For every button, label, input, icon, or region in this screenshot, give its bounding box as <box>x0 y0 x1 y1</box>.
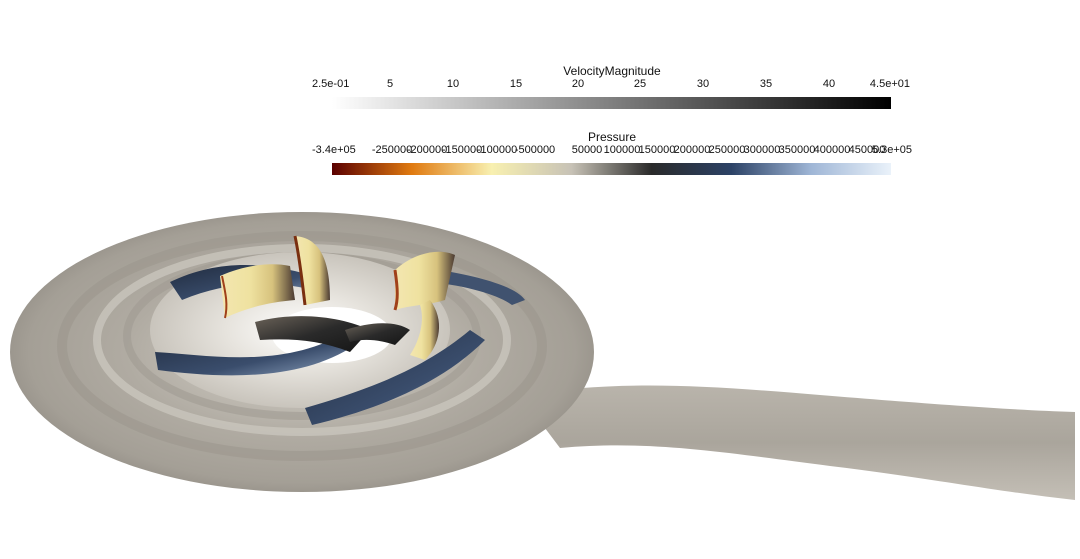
pressure_bar-tick-label: 350000 <box>778 144 816 156</box>
velocity_bar-tick-label: 20 <box>571 78 585 90</box>
velocity_bar-tick-label: 15 <box>509 78 523 90</box>
velocity_bar-tick-label: 4.5e+01 <box>869 78 910 90</box>
pressure-color-strip <box>332 163 891 175</box>
velocity_bar-tick-label: 30 <box>696 78 710 90</box>
velocity_bar-tick-label: 10 <box>446 78 460 90</box>
velocity-color-strip <box>332 97 891 109</box>
pressure_bar-tick-label: 0 <box>548 144 556 156</box>
pressure_bar-tick-label: 100000 <box>603 144 641 156</box>
pressure_bar-tick-label: 150000 <box>638 144 676 156</box>
pump-render <box>10 212 1075 500</box>
pressure_bar-tick-label: -3.4e+05 <box>312 144 356 156</box>
pressure_bar-tick-label: -50000 <box>514 144 550 156</box>
velocity-bar-title: VelocityMagnitude <box>563 64 661 78</box>
pressure_bar-tick-label: 200000 <box>673 144 711 156</box>
velocity_bar-tick-label: 35 <box>759 78 773 90</box>
render-viewport[interactable]: VelocityMagnitude 2.5e-01 5 10 15 20 25 30 35 40… <box>0 0 1080 559</box>
velocity_bar-tick-label: 5 <box>386 78 394 90</box>
pressure_bar-tick-label: 250000 <box>708 144 746 156</box>
pressure_bar-tick-label: 5.3e+05 <box>871 144 912 156</box>
pressure_bar-tick-label: 50000 <box>571 144 603 156</box>
velocity_bar-tick-label: 2.5e-01 <box>312 78 350 90</box>
velocity_bar-tick-label: 25 <box>633 78 647 90</box>
pressure_bar-tick-label: -100000 <box>476 144 518 156</box>
pressure_bar-tick-label: 400000 <box>813 144 851 156</box>
outlet-pipe <box>520 385 1075 500</box>
pressure-bar-title: Pressure <box>587 130 637 144</box>
pressure_bar-tick-label: 300000 <box>743 144 781 156</box>
velocity_bar-tick-label: 40 <box>822 78 836 90</box>
